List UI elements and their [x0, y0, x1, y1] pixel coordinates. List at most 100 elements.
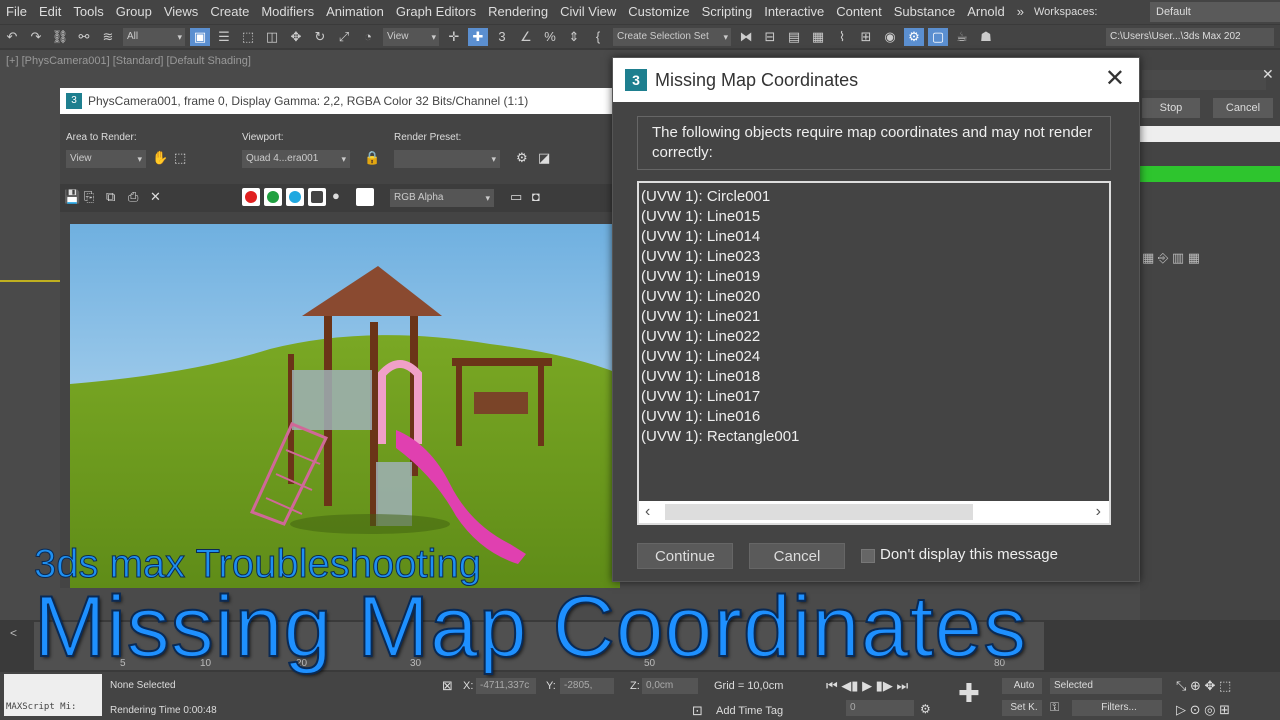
viewport-label[interactable]: [+] [PhysCamera001] [Standard] [Default … — [6, 55, 251, 67]
undo-icon[interactable]: ↶ — [2, 28, 22, 46]
project-path[interactable]: C:\Users\User...\3ds Max 202 — [1106, 28, 1274, 46]
time-tag-icon[interactable]: ⊡ — [692, 703, 703, 719]
lock-selection-icon[interactable]: ⊠ — [442, 678, 453, 694]
swatch-color[interactable] — [356, 188, 374, 206]
list-item[interactable]: (UVW 1): Line023 — [641, 247, 1109, 267]
key-filter-icon[interactable]: ⚿ — [1050, 700, 1059, 715]
stop-button[interactable]: Stop — [1142, 98, 1200, 118]
menu-civil-view[interactable]: Civil View — [554, 0, 622, 24]
menu-scripting[interactable]: Scripting — [696, 0, 759, 24]
placement-icon[interactable]: ◔ — [358, 28, 378, 46]
filters-button[interactable]: Filters... — [1072, 700, 1162, 716]
schematic-view-icon[interactable]: ⊞ — [856, 28, 876, 46]
continue-button[interactable]: Continue — [637, 543, 733, 569]
panel-close-icon[interactable]: ✕ — [1262, 66, 1274, 83]
list-item[interactable]: (UVW 1): Rectangle001 — [641, 427, 1109, 447]
pan-icon[interactable]: ✋ — [152, 150, 168, 166]
y-coord-field[interactable]: -2805, — [560, 678, 614, 694]
viewport-dropdown[interactable]: Quad 4...era001 — [242, 150, 350, 168]
list-item[interactable]: (UVW 1): Line017 — [641, 387, 1109, 407]
dont-display-label[interactable]: Don't display this message — [880, 546, 1058, 563]
select-by-name-icon[interactable]: ☰ — [214, 28, 234, 46]
clear-icon[interactable]: ✕ — [150, 189, 161, 205]
blue-channel-toggle[interactable] — [286, 188, 304, 206]
curve-editor-icon[interactable]: ⌇ — [832, 28, 852, 46]
selection-set-dropdown[interactable]: Create Selection Set — [613, 27, 731, 46]
angle-snap-icon[interactable]: ∠ — [516, 28, 536, 46]
menu-interactive[interactable]: Interactive — [758, 0, 830, 24]
render-preset-dropdown[interactable] — [394, 150, 500, 168]
auto-key-button[interactable]: Auto — [1002, 678, 1042, 694]
clone-window-icon[interactable]: ⧉ — [106, 189, 115, 205]
menu-group[interactable]: Group — [110, 0, 158, 24]
objects-list[interactable]: (UVW 1): Circle001 (UVW 1): Line015 (UVW… — [637, 181, 1111, 525]
menu-arnold[interactable]: Arnold — [961, 0, 1011, 24]
window-crossing-icon[interactable]: ◫ — [262, 28, 282, 46]
key-mode-icon[interactable]: ✚ — [958, 678, 980, 709]
close-icon[interactable]: ✕ — [1105, 66, 1125, 92]
cancel-button[interactable]: Cancel — [749, 543, 845, 569]
workspace-select[interactable]: Default — [1150, 2, 1280, 22]
rotate-icon[interactable]: ↻ — [310, 28, 330, 46]
rendered-frame-window-icon[interactable]: ▢ — [928, 27, 948, 46]
lock-icon[interactable]: 🔒 — [364, 150, 380, 166]
playback-controls-icon[interactable]: ⏮ ◀▮ ▶ ▮▶ ⏭ — [826, 678, 908, 694]
list-item[interactable]: (UVW 1): Circle001 — [641, 187, 1109, 207]
material-editor-icon[interactable]: ◉ — [880, 28, 900, 46]
timeline-left-icon[interactable]: < — [10, 626, 17, 640]
time-config-icon[interactable]: ⚙ — [920, 702, 931, 716]
select-object-icon[interactable]: ▣ — [190, 27, 210, 46]
list-item[interactable]: (UVW 1): Line019 — [641, 267, 1109, 287]
link-icon[interactable]: ⛓ — [50, 28, 70, 46]
menu-rendering[interactable]: Rendering — [482, 0, 554, 24]
maxscript-listener[interactable]: MAXScript Mi: — [4, 674, 102, 716]
redo-icon[interactable]: ↷ — [26, 28, 46, 46]
copy-image-icon[interactable]: ⎘ — [84, 189, 94, 205]
set-key-button[interactable]: Set K. — [1002, 700, 1042, 716]
list-item[interactable]: (UVW 1): Line016 — [641, 407, 1109, 427]
add-time-tag[interactable]: Add Time Tag — [716, 705, 783, 717]
menu-tools[interactable]: Tools — [67, 0, 109, 24]
render-setup-icon[interactable]: ⚙ — [904, 27, 924, 46]
toggle-ui-icon[interactable]: ◘ — [532, 189, 540, 204]
scrollbar-thumb[interactable] — [665, 504, 973, 520]
move-icon[interactable]: ✥ — [286, 28, 306, 46]
snap-toggle-icon[interactable]: 3 — [492, 28, 512, 46]
menu-customize[interactable]: Customize — [622, 0, 695, 24]
print-icon[interactable]: ⎙ — [128, 189, 138, 205]
reference-coord-dropdown[interactable]: View — [383, 27, 439, 46]
unlink-icon[interactable]: ⚯ — [74, 28, 94, 46]
selection-filter-dropdown[interactable]: All — [123, 27, 185, 46]
render-production-icon[interactable]: ☕ — [952, 28, 972, 46]
menu-modifiers[interactable]: Modifiers — [255, 0, 320, 24]
render-iterative-icon[interactable]: ☗ — [976, 28, 996, 46]
pivot-icon[interactable]: ✛ — [444, 28, 464, 46]
list-item[interactable]: (UVW 1): Line018 — [641, 367, 1109, 387]
alpha-channel-toggle[interactable] — [308, 188, 326, 206]
align-icon[interactable]: ⊟ — [760, 28, 780, 46]
viewport-nav-icons-2[interactable]: ▷ ⊙ ◎ ⊞ — [1176, 702, 1230, 718]
layer-explorer-icon[interactable]: ▤ — [784, 28, 804, 46]
menu-graph-editors[interactable]: Graph Editors — [390, 0, 482, 24]
scroll-left-icon[interactable]: ‹ — [645, 501, 650, 523]
current-frame-field[interactable]: 0 — [846, 700, 914, 716]
percent-snap-icon[interactable]: % — [540, 28, 560, 46]
key-set-dropdown[interactable]: Selected — [1050, 678, 1162, 694]
menu-create[interactable]: Create — [204, 0, 255, 24]
list-item[interactable]: (UVW 1): Line022 — [641, 327, 1109, 347]
menu-animation[interactable]: Animation — [320, 0, 390, 24]
list-item[interactable]: (UVW 1): Line021 — [641, 307, 1109, 327]
dont-display-checkbox[interactable] — [861, 549, 875, 563]
bind-spacewarp-icon[interactable]: ≋ — [98, 28, 118, 46]
env-effects-icon[interactable]: ◪ — [538, 150, 550, 166]
x-coord-field[interactable]: -4711,337c — [476, 678, 536, 694]
edit-named-sets-icon[interactable]: { — [588, 28, 608, 46]
menu-views[interactable]: Views — [158, 0, 204, 24]
region-icon[interactable]: ⬚ — [174, 150, 186, 166]
toggle-ribbon-icon[interactable]: ▦ — [808, 28, 828, 46]
monochrome-icon[interactable]: ● — [332, 188, 340, 203]
list-item[interactable]: (UVW 1): Line020 — [641, 287, 1109, 307]
spinner-snap-icon[interactable]: ⇕ — [564, 28, 584, 46]
display-channel-icon[interactable]: ▭ — [510, 189, 522, 205]
red-channel-toggle[interactable] — [242, 188, 260, 206]
